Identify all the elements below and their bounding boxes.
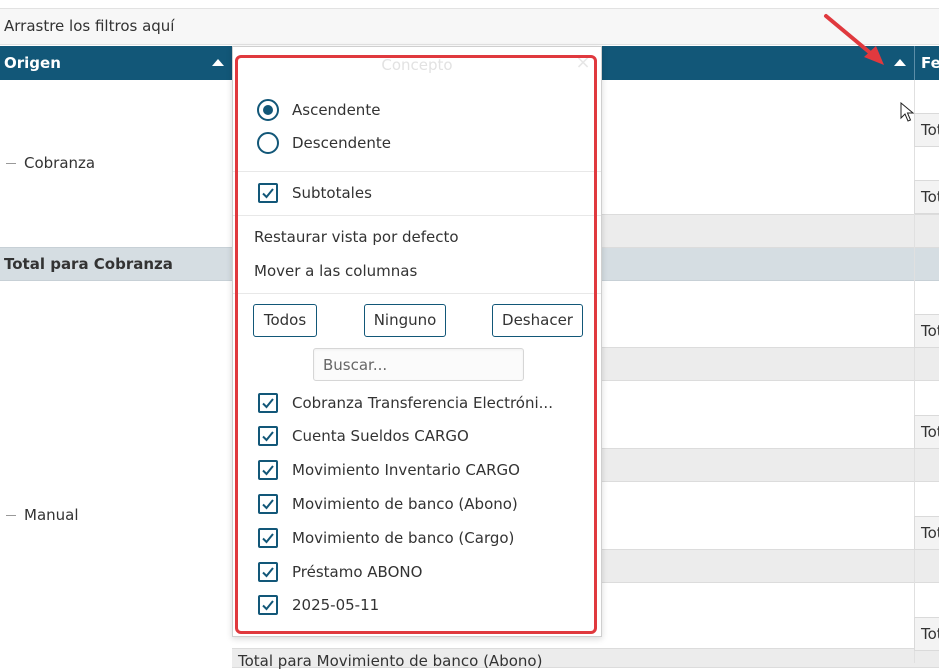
concept-item-label: Movimiento de banco (Cargo) — [292, 529, 515, 547]
popup-titlebar: Concepto × — [233, 47, 601, 83]
column-divider — [914, 80, 915, 663]
row-cobranza-label: Cobranza — [24, 154, 96, 172]
divider — [233, 293, 601, 294]
sort-descending-option[interactable]: Descendente — [253, 130, 553, 156]
subtotals-label: Subtotales — [292, 184, 372, 202]
select-all-button[interactable]: Todos — [253, 304, 317, 337]
collapse-dash-icon — [6, 163, 16, 164]
row-cobranza[interactable]: Cobranza — [0, 148, 95, 178]
restore-default-view-link[interactable]: Restaurar vista por defecto — [254, 224, 459, 250]
radio-unchecked-icon[interactable] — [257, 132, 279, 154]
sort-asc-icon[interactable] — [212, 59, 224, 66]
concept-item[interactable]: Movimiento Inventario CARGO — [253, 457, 583, 483]
row-manual[interactable]: Manual — [0, 500, 79, 530]
concept-item[interactable]: Movimiento de banco (Cargo) — [253, 525, 583, 551]
concept-item[interactable]: Préstamo ABONO — [253, 559, 583, 585]
sort-descending-label: Descendente — [292, 134, 391, 152]
tot-cell: Tot — [914, 180, 939, 214]
concept-item[interactable]: Cuenta Sueldos CARGO — [253, 423, 583, 449]
concept-item-label: Cobranza Transferencia Electróni... — [292, 394, 553, 412]
header-divider — [914, 46, 915, 80]
header-origen[interactable]: Origen — [4, 46, 61, 80]
concept-item[interactable]: Movimiento de banco (Abono) — [253, 491, 583, 517]
concept-item-label: Movimiento de banco (Abono) — [292, 495, 518, 513]
concept-item[interactable]: 2025-05-11 — [253, 592, 583, 618]
select-none-button[interactable]: Ninguno — [364, 304, 446, 337]
concept-item-label: Cuenta Sueldos CARGO — [292, 427, 469, 445]
concepto-filter-popup: Concepto × Ascendente Descendente Subtot… — [232, 46, 602, 637]
checkbox-checked-icon[interactable] — [258, 183, 278, 203]
divider — [233, 215, 601, 216]
move-to-columns-link[interactable]: Mover a las columnas — [254, 258, 417, 284]
filter-drop-text: Arrastre los filtros aquí — [4, 17, 175, 35]
popup-title: Concepto — [381, 56, 453, 74]
tot-cell: Tot — [914, 516, 939, 550]
checkbox-checked-icon[interactable] — [258, 595, 278, 615]
radio-checked-icon[interactable] — [257, 99, 279, 121]
checkbox-checked-icon[interactable] — [258, 460, 278, 480]
mouse-cursor-icon — [900, 102, 915, 122]
tot-cell: Tot — [914, 617, 939, 651]
concept-item-label: Movimiento Inventario CARGO — [292, 461, 520, 479]
total-cobranza-label: Total para Cobranza — [4, 255, 173, 273]
concept-item-label: Préstamo ABONO — [292, 563, 423, 581]
concept-item-label: 2025-05-11 — [292, 596, 380, 614]
filter-drop-area[interactable]: Arrastre los filtros aquí — [0, 8, 939, 45]
checkbox-checked-icon[interactable] — [258, 562, 278, 582]
red-arrow-icon — [824, 14, 884, 65]
checkbox-checked-icon[interactable] — [258, 494, 278, 514]
checkbox-checked-icon[interactable] — [258, 528, 278, 548]
subtotals-option[interactable]: Subtotales — [253, 180, 553, 206]
checkbox-checked-icon[interactable] — [258, 426, 278, 446]
undo-button[interactable]: Deshacer — [492, 304, 583, 337]
search-input[interactable] — [313, 348, 524, 381]
header-fecha-partial[interactable]: Fe — [921, 46, 939, 80]
close-icon[interactable]: × — [573, 53, 593, 73]
collapse-dash-icon — [6, 515, 16, 516]
tot-cell: Tot — [914, 415, 939, 449]
divider — [233, 171, 601, 172]
concepto-sort-icon[interactable] — [894, 59, 906, 66]
sort-ascending-label: Ascendente — [292, 101, 381, 119]
tot-cell: Tot — [914, 113, 939, 147]
concept-item[interactable]: Cobranza Transferencia Electróni... — [253, 390, 583, 416]
tot-cell: Tot — [914, 314, 939, 348]
checkbox-checked-icon[interactable] — [258, 393, 278, 413]
row-manual-label: Manual — [24, 506, 79, 524]
total-movimiento-abono-label: Total para Movimiento de banco (Abono) — [238, 652, 543, 670]
sort-ascending-option[interactable]: Ascendente — [253, 97, 553, 123]
